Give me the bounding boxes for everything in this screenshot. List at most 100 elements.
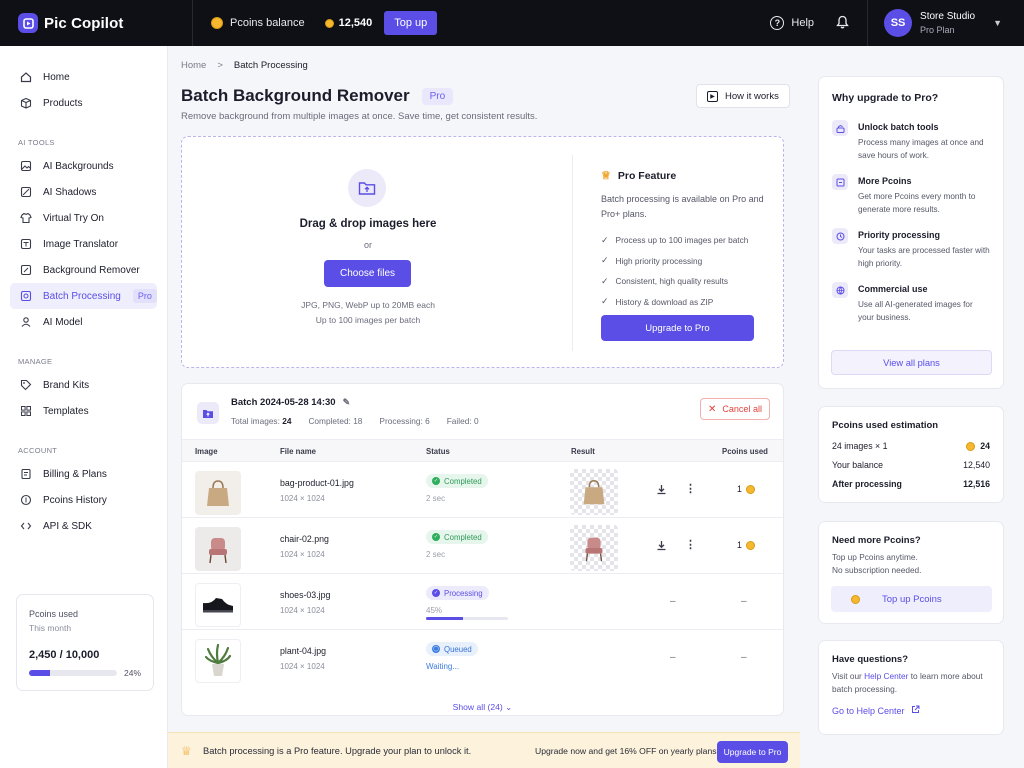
check-icon: ✓: [601, 296, 609, 307]
breadcrumb-separator: >: [217, 60, 223, 71]
clock-icon: [832, 228, 848, 244]
upgrade-to-pro-button[interactable]: Upgrade to Pro: [601, 315, 754, 341]
batch-name: Batch 2024-05-28 14:30: [231, 397, 336, 408]
pcoins-used: 1: [737, 540, 755, 550]
table-row[interactable]: shoes-03.jpg 1024 × 1024 ✓ Processing 45%…: [182, 574, 783, 630]
go-to-help-center-link[interactable]: Go to Help Center: [832, 705, 990, 716]
column-header: Pcoins used: [722, 447, 768, 456]
chevron-down-icon[interactable]: ▼: [993, 18, 1002, 28]
upload-dropzone[interactable]: Drag & drop images here or Choose files …: [181, 136, 784, 368]
help-button[interactable]: ? Help: [770, 16, 814, 30]
sidebar-item-api-sdk[interactable]: API & SDK: [10, 513, 157, 539]
how-it-works-button[interactable]: ▶ How it works: [696, 84, 790, 108]
estimation-row: Your balance 12,540: [832, 460, 990, 470]
balance-label: Pcoins balance: [230, 17, 305, 29]
pcoins-value: –: [741, 596, 747, 607]
top-up-pcoins-button[interactable]: Top up Pcoins: [831, 586, 992, 612]
sidebar-item-pcoins-history[interactable]: Pcoins History: [10, 487, 157, 513]
pcoins-value: 1: [737, 484, 742, 494]
sidebar-item-ai-shadows[interactable]: AI Shadows: [10, 179, 157, 205]
top-up-label: Top up Pcoins: [882, 593, 942, 605]
usage-progress-bar: [29, 670, 117, 676]
card-title: Pcoins used estimation: [832, 420, 939, 431]
card-desc: Top up Pcoins anytime. No subscription ne…: [832, 551, 990, 577]
sidebar-item-brand-kits[interactable]: Brand Kits: [10, 372, 157, 398]
chevron-down-icon: ⌄: [505, 702, 513, 712]
divider: [572, 155, 573, 351]
download-icon[interactable]: [656, 540, 667, 554]
progress-fill: [426, 617, 463, 620]
bullet-text: Consistent, high quality results: [615, 276, 729, 287]
user-name: Store Studio: [920, 11, 976, 22]
stat-label: Completed:: [308, 416, 351, 426]
globe-icon: [832, 282, 848, 298]
usage-percent: 24%: [123, 668, 141, 678]
top-bar: Pic Copilot Pcoins balance 12,540 Top up…: [0, 0, 1024, 46]
view-all-plans-button[interactable]: View all plans: [831, 350, 992, 375]
coin-icon: [211, 17, 223, 29]
more-options-icon[interactable]: ⋮: [685, 482, 696, 495]
stat-processing: 6: [425, 416, 430, 426]
sidebar-item-templates[interactable]: Templates: [10, 398, 157, 424]
sidebar-item-products[interactable]: Products: [10, 90, 157, 116]
edit-icon[interactable]: ✎: [343, 397, 351, 408]
section-heading-manage: MANAGE: [18, 357, 53, 366]
top-up-button[interactable]: Top up: [384, 11, 438, 35]
sidebar-item-label: Virtual Try On: [43, 212, 104, 224]
coin-icon: [745, 484, 755, 494]
sidebar-item-background-remover[interactable]: Background Remover: [10, 257, 157, 283]
check-icon: ✓: [601, 255, 609, 266]
estimation-row: 24 images × 1 24: [832, 441, 990, 451]
show-all-link[interactable]: Show all (24) ⌄: [182, 702, 783, 713]
app-logo[interactable]: Pic Copilot: [18, 13, 168, 33]
result-preview[interactable]: [570, 469, 618, 515]
page-title-text: Batch Background Remover: [181, 86, 410, 105]
bullet-text: Process up to 100 images per batch: [615, 235, 749, 246]
user-menu[interactable]: Store Studio Pro Plan: [920, 11, 975, 35]
pcoins-estimation-card: Pcoins used estimation 24 images × 1 24 Y…: [818, 406, 1004, 503]
banner-upgrade-button[interactable]: Upgrade to Pro: [717, 741, 788, 763]
batch-icon: [20, 290, 32, 302]
table-row[interactable]: bag-product-01.jpg 1024 × 1024 ✓ Complete…: [182, 462, 783, 518]
upgrade-banner: ♕ Batch processing is a Pro feature. Upg…: [168, 732, 800, 768]
sidebar-item-billing[interactable]: Billing & Plans: [10, 461, 157, 487]
page-title: Batch Background Remover Pro: [181, 86, 454, 106]
file-dimensions: 1024 × 1024: [280, 606, 325, 615]
status-badge: ◯ Queued: [426, 642, 478, 656]
pro-feature-title: Pro Feature: [617, 169, 677, 182]
sidebar-item-batch-processing[interactable]: Batch Processing Pro: [10, 283, 157, 309]
result-preview[interactable]: [570, 525, 618, 571]
sidebar-item-ai-backgrounds[interactable]: AI Backgrounds: [10, 153, 157, 179]
help-center-inline-link[interactable]: Help Center: [864, 671, 908, 681]
table-row[interactable]: chair-02.png 1024 × 1024 ✓ Completed 2 se…: [182, 518, 783, 574]
sidebar-item-home[interactable]: Home: [10, 64, 157, 90]
sidebar-item-image-translator[interactable]: Image Translator: [10, 231, 157, 257]
avatar[interactable]: SS: [884, 9, 913, 37]
sidebar-item-label: AI Backgrounds: [43, 160, 114, 172]
benefit-item: Commercial use Use all AI-generated image…: [832, 282, 990, 324]
clock-icon: ◯: [432, 645, 440, 653]
breadcrumb-home[interactable]: Home: [181, 60, 206, 71]
choose-files-button[interactable]: Choose files: [324, 260, 411, 287]
coin-icon: [745, 540, 755, 550]
sidebar-item-virtual-try-on[interactable]: Virtual Try On: [10, 205, 157, 231]
app-name: Pic Copilot: [44, 14, 124, 32]
pro-feature-bullet: ✓ History & download as ZIP: [601, 292, 766, 313]
estimation-row: After processing 12,516: [832, 479, 990, 489]
cancel-all-button[interactable]: ✕ Cancel all: [700, 398, 770, 420]
bell-icon[interactable]: [836, 15, 849, 32]
pro-badge: Pro: [132, 289, 157, 303]
product-thumbnail: [195, 639, 241, 683]
pro-feature-desc: Batch processing is available on Pro and…: [601, 194, 764, 219]
table-row[interactable]: plant-04.jpg 1024 × 1024 ◯ Queued Waiting…: [182, 630, 783, 686]
sidebar-item-ai-model[interactable]: AI Model: [10, 309, 157, 335]
user-plan: Pro Plan: [920, 25, 955, 35]
breadcrumb-current: Batch Processing: [233, 60, 308, 71]
pro-feature-bullet: ✓ Consistent, high quality results: [601, 271, 766, 292]
download-icon[interactable]: [656, 484, 667, 498]
benefit-desc: Process many images at once and save hou…: [858, 138, 984, 160]
sidebar-item-label: Pcoins History: [43, 494, 107, 506]
benefit-desc: Your tasks are processed faster with hig…: [858, 246, 990, 268]
more-options-icon[interactable]: ⋮: [685, 538, 696, 551]
person-icon: [20, 316, 32, 328]
